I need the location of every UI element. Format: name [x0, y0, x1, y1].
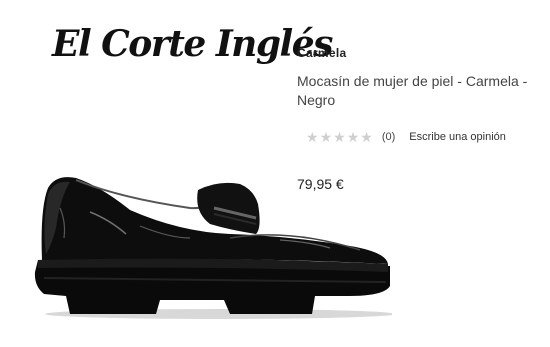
product-price: 79,95 €: [297, 176, 344, 192]
star-icon: ★: [333, 129, 346, 145]
write-review-link[interactable]: Escribe una opinión: [409, 131, 506, 143]
star-icon: ★: [346, 129, 360, 145]
star-icon: ★: [319, 129, 333, 145]
product-rating: ★ ★ ★ ★ ★ (0) Escribe una opinión: [306, 130, 506, 144]
rating-stars: ★ ★ ★ ★ ★: [306, 130, 373, 144]
product-brand[interactable]: Carmela: [297, 46, 537, 60]
star-icon: ★: [306, 129, 319, 145]
logo-wordmark: El Corte Inglés: [52, 23, 333, 65]
product-title: Mocasín de mujer de piel - Carmela - Neg…: [297, 73, 528, 108]
product-info: Carmela Mocasín de mujer de piel - Carme…: [297, 46, 537, 110]
star-icon: ★: [360, 129, 373, 145]
review-count: (0): [381, 131, 396, 143]
brand-logo[interactable]: El Corte Inglés: [52, 14, 333, 74]
